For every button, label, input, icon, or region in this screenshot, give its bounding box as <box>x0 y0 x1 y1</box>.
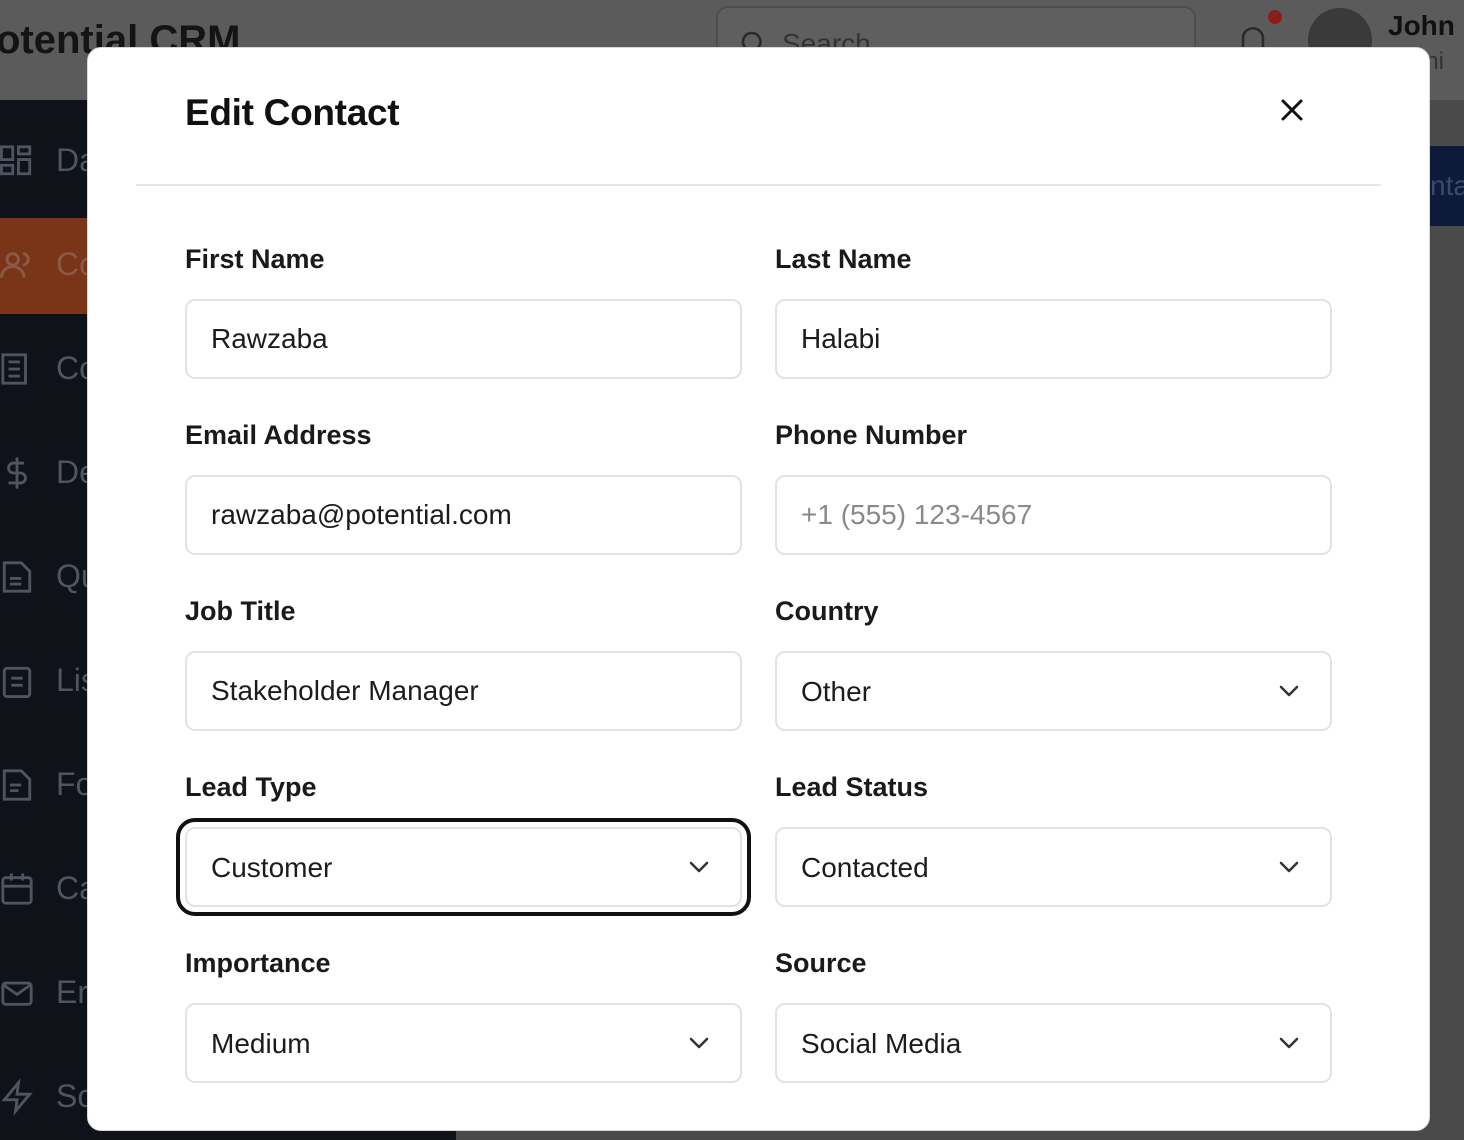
first-name-label: First Name <box>185 244 325 274</box>
file-text-icon <box>2 561 32 593</box>
lead-status-label: Lead Status <box>775 772 929 802</box>
importance-value: Medium <box>211 1028 311 1059</box>
last-name-label: Last Name <box>775 244 912 274</box>
first-name-input[interactable] <box>187 301 740 377</box>
first-name-field[interactable] <box>185 299 742 379</box>
clipboard-list-icon <box>2 666 32 698</box>
lead-type-select[interactable]: Customer <box>176 818 751 916</box>
lead-status-select[interactable]: Contacted <box>775 827 1332 907</box>
sidebar-item-label: Er <box>56 974 88 1010</box>
lead-type-value: Customer <box>211 852 333 883</box>
source-select[interactable]: Social Media <box>775 1003 1332 1083</box>
lead-status-value: Contacted <box>801 852 929 883</box>
dashboard-icon <box>0 145 32 176</box>
new-contact-label: nta <box>1430 170 1464 201</box>
phone-label: Phone Number <box>775 420 968 450</box>
file-icon <box>2 769 32 801</box>
users-icon <box>0 252 30 278</box>
chevron-down-icon <box>689 861 709 873</box>
modal-title: Edit Contact <box>185 92 400 133</box>
zap-icon <box>1 1078 33 1116</box>
close-button[interactable] <box>1274 92 1310 128</box>
last-name-input[interactable] <box>777 301 1330 377</box>
chevron-down-icon <box>689 1037 709 1049</box>
importance-label: Importance <box>185 948 331 978</box>
source-value: Social Media <box>801 1028 962 1059</box>
chevron-down-icon <box>1279 1037 1299 1049</box>
email-label: Email Address <box>185 420 372 450</box>
building-icon <box>1 353 27 385</box>
country-label: Country <box>775 596 879 626</box>
mail-icon <box>1 981 33 1006</box>
source-label: Source <box>775 948 867 978</box>
chevron-down-icon <box>1279 861 1299 873</box>
lead-type-label: Lead Type <box>185 772 317 802</box>
importance-select[interactable]: Medium <box>185 1003 742 1083</box>
country-value: Other <box>801 676 872 707</box>
edit-contact-modal: Edit Contact First Name Last Name Email … <box>87 47 1430 1131</box>
header-divider <box>136 184 1381 186</box>
chevron-down-icon <box>1279 685 1299 697</box>
close-icon <box>1281 99 1303 121</box>
email-input[interactable] <box>187 477 740 553</box>
notification-dot <box>1268 10 1282 24</box>
user-name: John I <box>1388 10 1464 41</box>
job-title-input[interactable] <box>187 653 740 729</box>
phone-field[interactable] <box>775 475 1332 555</box>
dollar-icon <box>7 457 27 489</box>
last-name-field[interactable] <box>775 299 1332 379</box>
calendar-icon <box>1 873 33 905</box>
email-field[interactable] <box>185 475 742 555</box>
job-title-label: Job Title <box>185 596 296 626</box>
country-select[interactable]: Other <box>775 651 1332 731</box>
job-title-field[interactable] <box>185 651 742 731</box>
phone-input[interactable] <box>777 477 1330 553</box>
